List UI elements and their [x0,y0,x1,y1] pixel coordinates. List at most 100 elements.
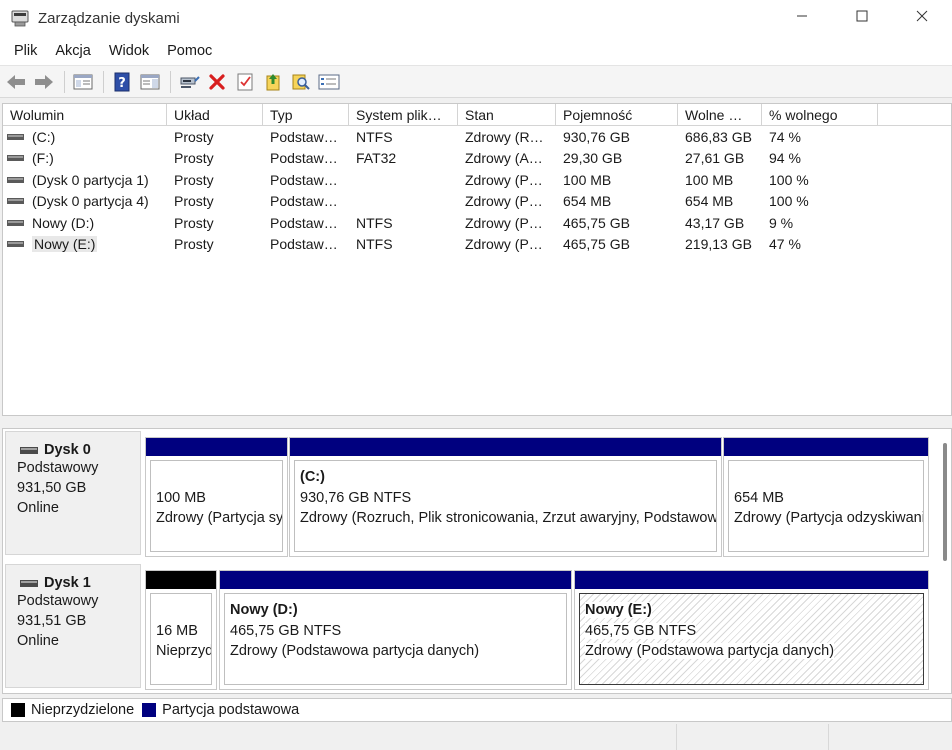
column-header-layout[interactable]: Układ [167,104,263,125]
disk-label[interactable]: Dysk 1 Podstawowy 931,51 GB Online [5,564,141,688]
partition-status-text: Zdrowy (Podstawowa partycja danych) [230,643,480,659]
cell-percent-free: 100 % [769,193,809,210]
properties-button[interactable] [233,70,257,94]
cell-volume-name: Nowy (E:) [3,236,167,253]
partition-details: 100 MB Zdrowy (Partycja systemowa EFI) [150,460,283,552]
disk-label[interactable]: Dysk 0 Podstawowy 931,50 GB Online [5,431,141,555]
show-hide-panel-button[interactable] [138,70,162,94]
partition-size-text: 465,75 GB NTFS [230,622,342,639]
column-header-percent-free[interactable]: % wolnego [762,104,878,125]
partition-block[interactable]: (C:) 930,76 GB NTFS Zdrowy (Rozruch, Plik … [289,437,722,557]
forward-button[interactable] [32,70,56,94]
column-header-type[interactable]: Typ [263,104,349,125]
partition-size: 465,75 GB NTFS [585,621,923,642]
column-header-status[interactable]: Stan [458,104,556,125]
column-header-volume[interactable]: Wolumin [3,104,167,125]
partition-title-text: Nowy (E:) [585,602,652,618]
title-bar: Zarządzanie dyskami [0,0,952,36]
volume-drive-icon [7,219,24,226]
partition-block[interactable]: Nowy (D:) 465,75 GB NTFS Zdrowy (Podstawow… [219,570,572,690]
volume-row[interactable]: (Dysk 0 partycja 4) Prosty Podstaw… Zdrowy … [3,191,951,213]
cell-free-space: 219,13 GB [685,236,752,253]
maximize-button[interactable] [832,0,892,32]
status-bar [0,724,952,750]
forward-arrow-icon [35,74,53,89]
partition-block[interactable]: 16 MB Nieprzydzielone [145,570,217,690]
cell-free-space: 43,17 GB [685,214,745,231]
view-list-button[interactable] [317,70,341,94]
volume-row[interactable]: (Dysk 0 partycja 1) Prosty Podstaw… Zdrowy … [3,169,951,191]
help-icon: ? [114,72,130,91]
toolbar-separator [64,70,65,93]
volume-row[interactable]: (C:) Prosty Podstaw… NTFS Zdrowy (R… 930,76 G… [3,126,951,148]
toolbar-separator [103,70,104,93]
cell-capacity: 100 MB [563,171,612,188]
partition-size: 654 MB [734,488,923,509]
volume-name-text: (F:) [32,150,54,167]
volume-row[interactable]: (F:) Prosty Podstaw… FAT32 Zdrowy (A… 29,30 G… [3,148,951,170]
primary-partition-bar [220,571,571,589]
column-header-filesystem[interactable]: System plik… [349,104,458,125]
disk-graphical-view: Dysk 0 Podstawowy 931,50 GB Online 100 MB Zd… [2,428,952,694]
view-list-icon [318,74,340,89]
partition-status-text: Zdrowy (Podstawowa partycja danych) [585,643,835,659]
cell-type: Podstaw… [270,193,338,210]
search-folder-icon [292,74,310,90]
panel-splitter[interactable] [0,416,952,428]
partition-block[interactable]: 654 MB Zdrowy (Partycja odzyskiwania) [723,437,929,557]
partition-details: 654 MB Zdrowy (Partycja odzyskiwania) [728,460,924,552]
console-tree-button[interactable] [71,70,95,94]
menu-plik[interactable]: Plik [5,43,46,59]
column-header-free-space[interactable]: Wolne … [678,104,762,125]
partition-status-text: Nieprzydzielone [156,643,211,659]
volume-row[interactable]: Nowy (D:) Prosty Podstaw… NTFS Zdrowy (P… 465… [3,212,951,234]
menu-pomoc[interactable]: Pomoc [158,43,221,59]
status-cell [829,724,952,750]
volume-row[interactable]: Nowy (E:) Prosty Podstaw… NTFS Zdrowy (P… 465… [3,234,951,256]
export-button[interactable] [261,70,285,94]
disk-name: Dysk 0 [17,442,140,458]
cell-status: Zdrowy (P… [465,193,543,210]
partition-details: Nowy (E:) 465,75 GB NTFS Zdrowy (Podstawow… [579,593,924,685]
column-header-capacity[interactable]: Pojemność [556,104,678,125]
partition-size-text: 654 MB [734,489,784,506]
volume-drive-icon [7,133,24,140]
close-button[interactable] [892,0,952,32]
show-hide-panel-icon [140,74,160,89]
disk-name-text: Dysk 0 [44,442,91,458]
partition-block[interactable]: 100 MB Zdrowy (Partycja systemowa EFI) [145,437,288,557]
partition-status-text: Zdrowy (Partycja odzyskiwania) [734,510,924,526]
cell-type: Podstaw… [270,171,338,188]
help-button[interactable]: ? [110,70,134,94]
search-button[interactable] [289,70,313,94]
partition-block[interactable]: Nowy (E:) 465,75 GB NTFS Zdrowy (Podstawow… [574,570,929,690]
menu-akcja[interactable]: Akcja [46,43,99,59]
disk-row: Dysk 1 Podstawowy 931,51 GB Online 16 MB Nie… [3,562,943,690]
volume-name-text: Nowy (D:) [32,214,95,231]
properties-checklist-icon [237,73,253,90]
volume-list: Wolumin Układ Typ System plik… Stan Poje… [2,103,952,416]
partition-size: 100 MB [156,488,282,509]
partition-title-text: Nowy (D:) [230,602,298,618]
cell-status: Zdrowy (P… [465,214,543,231]
partition-details: Nowy (D:) 465,75 GB NTFS Zdrowy (Podstawow… [224,593,567,685]
disk-type: Podstawowy [17,460,99,476]
delete-button[interactable] [205,70,229,94]
minimize-button[interactable] [772,0,832,32]
volume-rows: (C:) Prosty Podstaw… NTFS Zdrowy (R… 930,76 G… [3,126,951,255]
disk-size: 931,51 GB [17,613,87,629]
back-button[interactable] [4,70,28,94]
menu-widok[interactable]: Widok [100,43,158,59]
disk-view-scrollbar[interactable] [943,443,947,561]
disk-management-app-icon [11,10,29,27]
connect-drive-icon [180,75,200,88]
disk-name: Dysk 1 [17,575,140,591]
partition-status-text: Zdrowy (Partycja systemowa EFI) [156,510,283,526]
cell-status: Zdrowy (P… [465,236,543,253]
legend-label-primary-partition: Partycja podstawowa [162,702,300,718]
window-title: Zarządzanie dyskami [38,9,180,27]
volume-name-text: (Dysk 0 partycja 1) [32,171,149,188]
disk-size: 931,50 GB [17,480,87,496]
volume-drive-icon [7,198,24,205]
connect-drive-button[interactable] [177,70,201,94]
